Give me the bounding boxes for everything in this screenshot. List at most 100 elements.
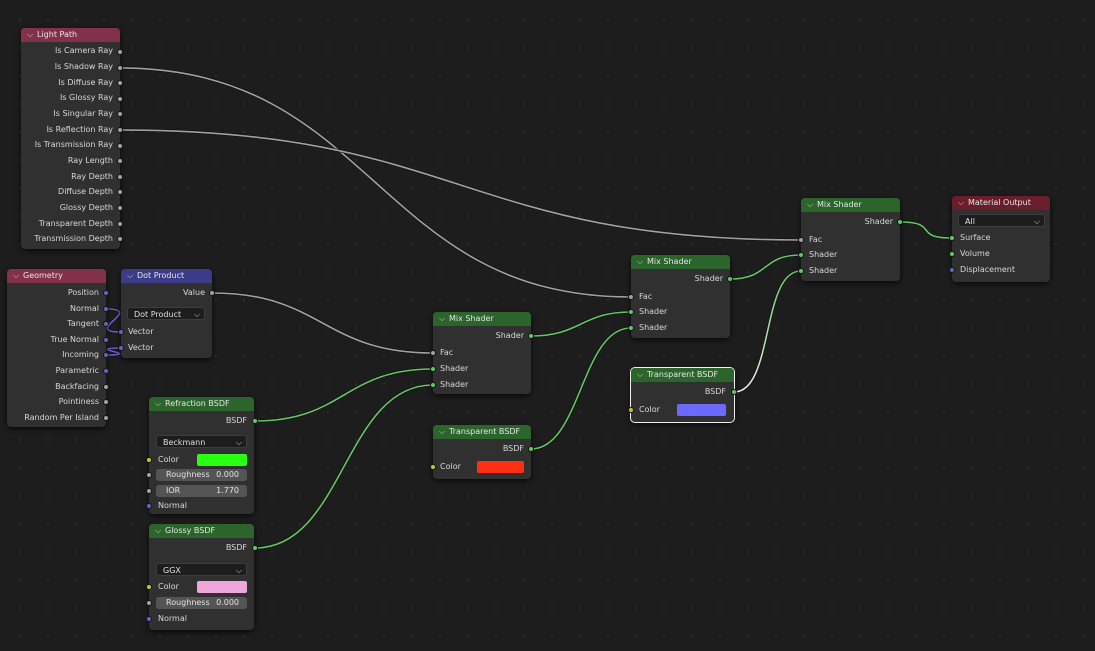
geometry-node[interactable]: ⌵ Geometry Position Normal Tangent True N…: [7, 269, 106, 427]
chevron-down-icon[interactable]: ⌵: [439, 425, 449, 439]
light-path-output-socket-10[interactable]: [117, 205, 123, 211]
dot-product-header[interactable]: ⌵ Dot Product: [121, 269, 212, 283]
refraction-bsdf-socket[interactable]: [252, 418, 258, 424]
geometry-position-socket[interactable]: [103, 290, 109, 296]
mix2-shader-2-socket[interactable]: [628, 325, 634, 331]
dot-product-vector-1-socket[interactable]: [118, 329, 124, 335]
mix-shader-node-2[interactable]: ⌵ Mix Shader Shader Fac Shader Shader: [631, 255, 730, 338]
mix3-shader-2-socket[interactable]: [798, 268, 804, 274]
mix-shader-header[interactable]: ⌵ Mix Shader: [433, 312, 531, 326]
chevron-down-icon[interactable]: ⌵: [155, 397, 165, 411]
mix2-fac-socket[interactable]: [628, 294, 634, 300]
glossy-bsdf-header[interactable]: ⌵ Glossy BSDF: [149, 524, 254, 538]
transparent2-bsdf-socket[interactable]: [731, 389, 737, 395]
dot-product-vector-2-socket[interactable]: [118, 345, 124, 351]
ior-value: 1.770: [216, 486, 239, 495]
geometry-header[interactable]: ⌵ Geometry: [7, 269, 106, 283]
color-swatch[interactable]: [477, 461, 524, 473]
chevron-down-icon[interactable]: ⌵: [637, 368, 647, 382]
operation-dropdown[interactable]: Dot Product ⌵: [127, 307, 205, 320]
light-path-header[interactable]: ⌵ Light Path: [21, 28, 120, 42]
mix2-shader-output-socket[interactable]: [727, 276, 733, 282]
mix3-shader-1-socket[interactable]: [798, 252, 804, 258]
geometry-random-per-island-socket[interactable]: [103, 415, 109, 421]
mix1-shader-output-socket[interactable]: [528, 333, 534, 339]
color-swatch[interactable]: [677, 404, 726, 416]
transparent-bsdf-header[interactable]: ⌵ Transparent BSDF: [631, 368, 734, 382]
geometry-tangent-socket[interactable]: [103, 321, 109, 327]
chevron-down-icon[interactable]: ⌵: [13, 269, 23, 283]
refraction-color-socket[interactable]: [146, 457, 152, 463]
glossy-bsdf-node[interactable]: ⌵ Glossy BSDF BSDF GGX ⌵ Color Roughness 0.…: [149, 524, 254, 630]
chevron-down-icon[interactable]: ⌵: [807, 198, 817, 212]
refraction-bsdf-node[interactable]: ⌵ Refraction BSDF BSDF Beckmann ⌵ Color Ro…: [149, 397, 254, 514]
refraction-bsdf-header[interactable]: ⌵ Refraction BSDF: [149, 397, 254, 411]
transparent1-color-socket[interactable]: [430, 464, 436, 470]
material-output-node[interactable]: ⌵ Material Output All ⌵ Surface Volume Dis…: [952, 196, 1050, 282]
material-output-surface-socket[interactable]: [949, 235, 955, 241]
ior-field[interactable]: IOR 1.770: [156, 485, 247, 497]
refraction-ior-socket[interactable]: [146, 488, 152, 494]
transparent-bsdf-node-2[interactable]: ⌵ Transparent BSDF BSDF Color: [630, 367, 735, 423]
refraction-normal-socket[interactable]: [146, 503, 152, 509]
geometry-backfacing-socket[interactable]: [103, 384, 109, 390]
light-path-node[interactable]: ⌵ Light Path Is Camera Ray Is Shadow Ray …: [21, 28, 120, 249]
light-path-output-socket-0[interactable]: [117, 49, 123, 55]
light-path-output-socket-4[interactable]: [117, 111, 123, 117]
light-path-output-socket-6[interactable]: [117, 143, 123, 149]
output-is-diffuse-ray: Is Diffuse Ray: [58, 78, 113, 87]
light-path-output-socket-12[interactable]: [117, 236, 123, 242]
geometry-pointiness-socket[interactable]: [103, 399, 109, 405]
mix-shader-header[interactable]: ⌵ Mix Shader: [801, 198, 900, 212]
mix3-shader-output-socket[interactable]: [897, 219, 903, 225]
dot-product-value-socket[interactable]: [209, 290, 215, 296]
geometry-incoming-socket[interactable]: [103, 352, 109, 358]
transparent-bsdf-node-1[interactable]: ⌵ Transparent BSDF BSDF Color: [433, 425, 531, 479]
mix1-fac-socket[interactable]: [430, 350, 436, 356]
material-output-header[interactable]: ⌵ Material Output: [952, 196, 1050, 210]
color-swatch[interactable]: [197, 581, 247, 593]
transparent1-bsdf-socket[interactable]: [528, 446, 534, 452]
dot-product-node[interactable]: ⌵ Dot Product Value Dot Product ⌵ Vector V…: [121, 269, 212, 358]
geometry-parametric-socket[interactable]: [103, 368, 109, 374]
light-path-output-socket-9[interactable]: [117, 189, 123, 195]
light-path-output-socket-5[interactable]: [117, 127, 123, 133]
mix1-shader-2-socket[interactable]: [430, 382, 436, 388]
glossy-normal-socket[interactable]: [146, 616, 152, 622]
geometry-true-normal-socket[interactable]: [103, 337, 109, 343]
distribution-dropdown[interactable]: Beckmann ⌵: [156, 435, 247, 448]
light-path-output-socket-11[interactable]: [117, 221, 123, 227]
target-dropdown[interactable]: All ⌵: [958, 214, 1045, 227]
mix-shader-header[interactable]: ⌵ Mix Shader: [631, 255, 730, 269]
geometry-normal-socket[interactable]: [103, 306, 109, 312]
light-path-output-socket-3[interactable]: [117, 96, 123, 102]
material-output-volume-socket[interactable]: [949, 251, 955, 257]
mix-shader-node-3[interactable]: ⌵ Mix Shader Shader Fac Shader Shader: [801, 198, 900, 281]
mix-shader-node-1[interactable]: ⌵ Mix Shader Shader Fac Shader Shader: [433, 312, 531, 394]
light-path-output-socket-1[interactable]: [117, 65, 123, 71]
glossy-bsdf-socket[interactable]: [252, 545, 258, 551]
mix3-fac-socket[interactable]: [798, 237, 804, 243]
light-path-output-socket-2[interactable]: [117, 80, 123, 86]
transparent2-color-socket[interactable]: [628, 407, 634, 413]
distribution-dropdown[interactable]: GGX ⌵: [156, 563, 247, 576]
chevron-down-icon[interactable]: ⌵: [155, 524, 165, 538]
roughness-value: 0.000: [216, 470, 239, 479]
light-path-output-socket-7[interactable]: [117, 158, 123, 164]
chevron-down-icon[interactable]: ⌵: [127, 269, 137, 283]
refraction-roughness-socket[interactable]: [146, 472, 152, 478]
mix1-shader-1-socket[interactable]: [430, 366, 436, 372]
glossy-color-socket[interactable]: [146, 584, 152, 590]
chevron-down-icon[interactable]: ⌵: [439, 312, 449, 326]
roughness-field[interactable]: Roughness 0.000: [156, 597, 247, 609]
chevron-down-icon[interactable]: ⌵: [958, 196, 968, 210]
roughness-field[interactable]: Roughness 0.000: [156, 469, 247, 481]
material-output-displacement-socket[interactable]: [949, 267, 955, 273]
chevron-down-icon[interactable]: ⌵: [637, 255, 647, 269]
mix2-shader-1-socket[interactable]: [628, 309, 634, 315]
transparent-bsdf-header[interactable]: ⌵ Transparent BSDF: [433, 425, 531, 439]
glossy-roughness-socket[interactable]: [146, 600, 152, 606]
light-path-output-socket-8[interactable]: [117, 174, 123, 180]
chevron-down-icon[interactable]: ⌵: [27, 28, 37, 42]
color-swatch[interactable]: [197, 454, 247, 466]
